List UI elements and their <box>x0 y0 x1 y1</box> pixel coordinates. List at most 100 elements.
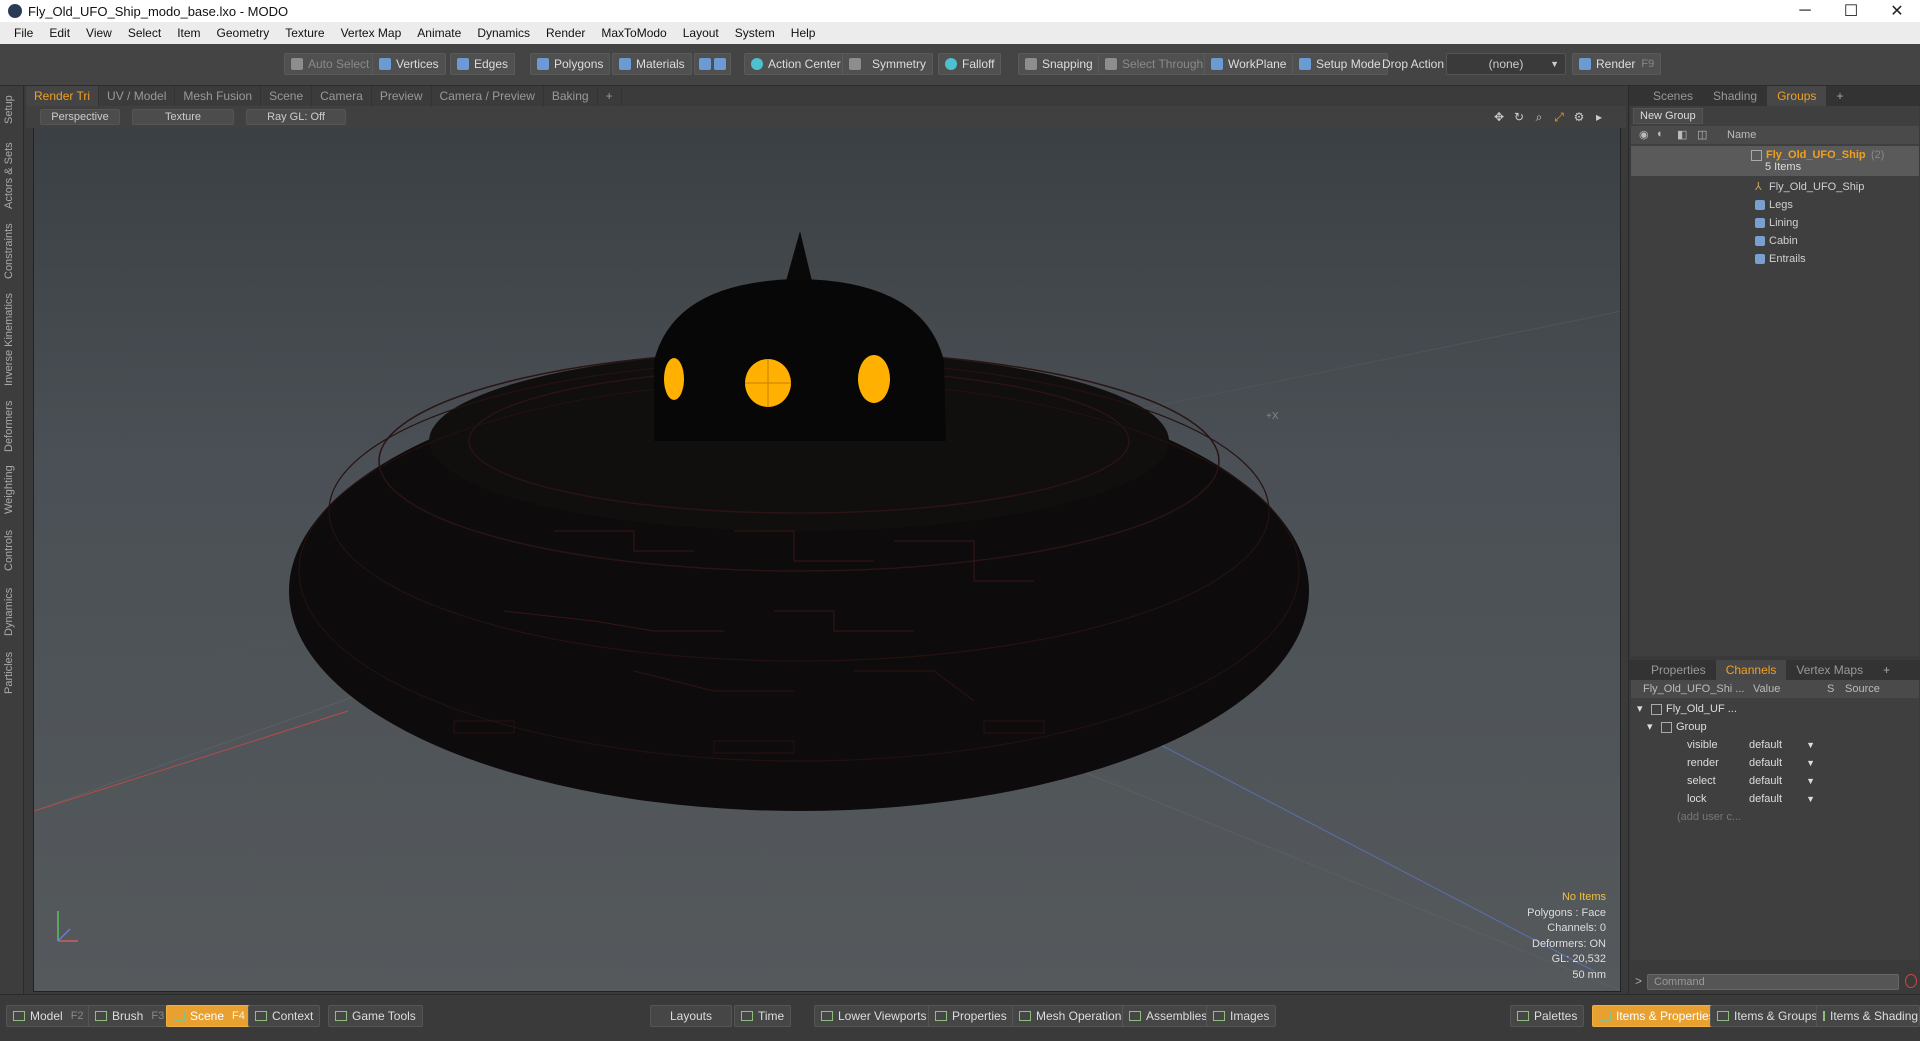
snapping-button[interactable]: Snapping <box>1018 53 1100 75</box>
tab-dynamics[interactable]: Dynamics <box>3 584 21 640</box>
new-group-button[interactable]: New Group <box>1633 108 1703 124</box>
images-button[interactable]: Images <box>1206 1005 1277 1027</box>
auto-select-button[interactable]: Auto Select <box>284 53 377 75</box>
tab-weighting[interactable]: Weighting <box>3 462 21 518</box>
tab-scenes[interactable]: Scenes <box>1643 86 1703 106</box>
context-layout-button[interactable]: Context <box>248 1005 321 1027</box>
assemblies-button[interactable]: Assemblies <box>1122 1005 1215 1027</box>
tab-uv-model[interactable]: UV / Model <box>99 86 176 106</box>
menu-render[interactable]: Render <box>538 26 593 40</box>
items-groups-button[interactable]: Items & Groups <box>1710 1005 1825 1027</box>
time-button[interactable]: Time <box>734 1005 792 1027</box>
layouts-button[interactable]: Layouts <box>650 1005 732 1027</box>
tab-controls[interactable]: Controls <box>3 526 21 576</box>
setup-mode-button[interactable]: Setup Mode <box>1292 53 1388 75</box>
game-tools-layout-button[interactable]: Game Tools <box>328 1005 423 1027</box>
drop-action-select[interactable]: (none) ▼ <box>1446 53 1566 75</box>
edges-button[interactable]: Edges <box>450 53 516 75</box>
tab-baking[interactable]: Baking <box>544 86 598 106</box>
tab-render-tri[interactable]: Render Tri <box>26 86 100 106</box>
falloff-button[interactable]: Falloff <box>938 53 1002 75</box>
tab-deformers[interactable]: Deformers <box>3 398 21 454</box>
menu-vertex-map[interactable]: Vertex Map <box>333 26 410 40</box>
menu-edit[interactable]: Edit <box>41 26 78 40</box>
record-icon[interactable] <box>1905 974 1917 988</box>
menu-dynamics[interactable]: Dynamics <box>469 26 538 40</box>
select-toggle-icon[interactable]: ◧ <box>1677 128 1687 141</box>
rotate-icon[interactable]: ↻ <box>1512 110 1526 124</box>
vertices-button[interactable]: Vertices <box>372 53 446 75</box>
3d-viewport[interactable]: -Z +X <box>33 110 1621 992</box>
workplane-button[interactable]: WorkPlane <box>1204 53 1294 75</box>
menu-texture[interactable]: Texture <box>277 26 332 40</box>
scene-layout-button[interactable]: Scene F4 <box>166 1005 252 1027</box>
group-item-row[interactable]: Entrails <box>1631 250 1919 268</box>
menu-view[interactable]: View <box>78 26 120 40</box>
tab-properties[interactable]: Properties <box>1641 660 1716 680</box>
channel-value-select[interactable]: default ▼ <box>1749 736 1819 754</box>
menu-geometry[interactable]: Geometry <box>209 26 278 40</box>
maximize-button[interactable]: ☐ <box>1828 0 1874 22</box>
group-item-row[interactable]: ⅄ Fly_Old_UFO_Ship <box>1631 178 1919 196</box>
menu-layout[interactable]: Layout <box>675 26 727 40</box>
tab-channels[interactable]: Channels <box>1715 660 1787 680</box>
add-user-channel-row[interactable]: (add user c... <box>1631 808 1919 826</box>
menu-select[interactable]: Select <box>120 26 169 40</box>
close-button[interactable]: ✕ <box>1874 0 1920 22</box>
group-item-row[interactable]: Cabin <box>1631 232 1919 250</box>
tab-camera[interactable]: Camera <box>312 86 372 106</box>
lock-toggle-icon[interactable]: ◫ <box>1697 128 1707 141</box>
mesh-operations-button[interactable]: Mesh Operations <box>1012 1005 1135 1027</box>
shading-texture-button[interactable]: Texture <box>132 109 234 125</box>
palettes-button[interactable]: Palettes <box>1510 1005 1585 1027</box>
channel-row[interactable]: visible default ▼ <box>1631 736 1919 754</box>
channel-row[interactable]: render default ▼ <box>1631 754 1919 772</box>
tab-particles[interactable]: Particles <box>3 646 21 700</box>
model-layout-button[interactable]: Model F2 <box>6 1005 91 1027</box>
group-row-root[interactable]: Fly_Old_UFO_Ship (2) 5 Items <box>1631 146 1919 176</box>
menu-maxtomodo[interactable]: MaxToModo <box>593 26 674 40</box>
menu-item[interactable]: Item <box>169 26 208 40</box>
channel-value-select[interactable]: default ▼ <box>1749 790 1819 808</box>
polygons-button[interactable]: Polygons <box>530 53 611 75</box>
symmetry-button[interactable]: Symmetry <box>842 53 933 75</box>
visibility-eye-icon[interactable]: ◉ <box>1639 128 1649 141</box>
tab-vertex-maps[interactable]: Vertex Maps <box>1786 660 1873 680</box>
raygl-button[interactable]: Ray GL: Off <box>246 109 346 125</box>
channel-root-row[interactable]: ▾ Fly_Old_UF ... <box>1631 700 1919 718</box>
channel-value-select[interactable]: default ▼ <box>1749 772 1819 790</box>
materials-button[interactable]: Materials <box>612 53 692 75</box>
properties-button[interactable]: Properties <box>928 1005 1014 1027</box>
command-input[interactable]: Command <box>1647 974 1899 990</box>
tab-constraints[interactable]: Constraints <box>3 220 21 282</box>
add-tab-button[interactable]: + <box>1826 86 1853 106</box>
ufo-model[interactable] <box>289 231 1309 811</box>
pan-icon[interactable]: ✥ <box>1492 110 1506 124</box>
tab-scene[interactable]: Scene <box>261 86 313 106</box>
select-through-button[interactable]: Select Through <box>1098 53 1211 75</box>
channel-row[interactable]: lock default ▼ <box>1631 790 1919 808</box>
render-toggle-icon[interactable]: ◐ <box>1657 128 1664 140</box>
group-item-row[interactable]: Lining <box>1631 214 1919 232</box>
action-center-button[interactable]: Action Center <box>744 53 848 75</box>
tab-inverse-kinematics[interactable]: Inverse Kinematics <box>3 290 21 390</box>
gear-icon[interactable]: ⚙ <box>1572 110 1586 124</box>
minimize-button[interactable]: ─ <box>1782 0 1828 22</box>
items-properties-button[interactable]: Items & Properties <box>1592 1005 1722 1027</box>
group-item-row[interactable]: Legs <box>1631 196 1919 214</box>
channel-group-row[interactable]: ▾ Group <box>1631 718 1919 736</box>
menu-system[interactable]: System <box>727 26 783 40</box>
zoom-icon[interactable]: ⌕ <box>1532 110 1546 124</box>
tab-mesh-fusion[interactable]: Mesh Fusion <box>175 86 262 106</box>
channel-value-select[interactable]: default ▼ <box>1749 754 1819 772</box>
play-arrow-icon[interactable]: ▸ <box>1592 110 1606 124</box>
fit-icon[interactable]: ⤢ <box>1552 110 1566 124</box>
view-perspective-button[interactable]: Perspective <box>40 109 120 125</box>
lower-viewports-button[interactable]: Lower Viewports <box>814 1005 934 1027</box>
element-select-button[interactable] <box>694 53 731 75</box>
tab-setup[interactable]: Setup <box>3 90 21 130</box>
tab-preview[interactable]: Preview <box>372 86 432 106</box>
tab-groups[interactable]: Groups <box>1767 86 1827 106</box>
tab-camera-preview[interactable]: Camera / Preview <box>432 86 544 106</box>
menu-file[interactable]: File <box>6 26 41 40</box>
